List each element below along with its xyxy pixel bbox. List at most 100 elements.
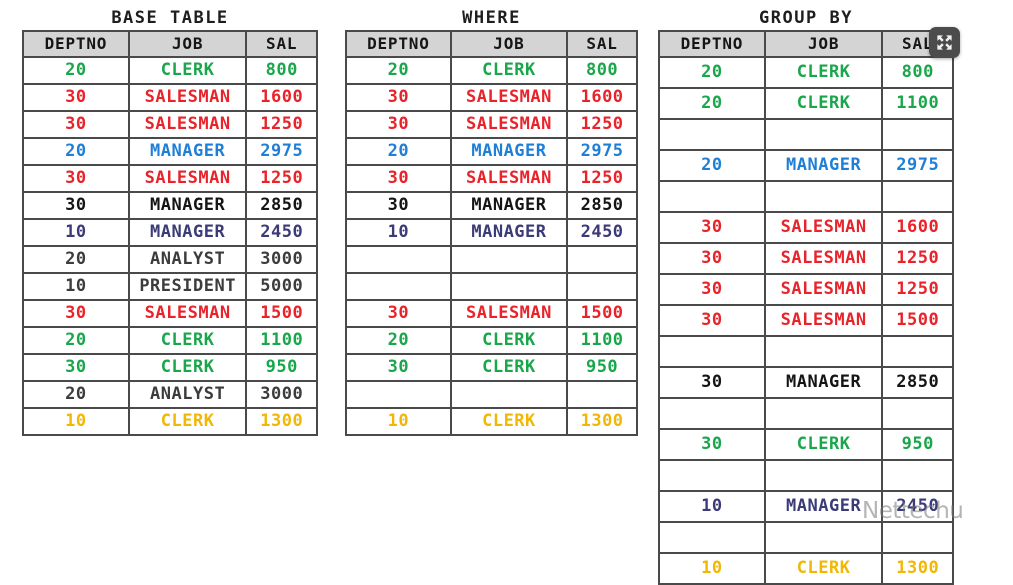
cell-deptno: 20: [345, 326, 452, 355]
cell-job: CLERK: [763, 56, 884, 89]
cell-sal: [881, 118, 954, 151]
table-row: 30 SALESMAN 1250: [345, 164, 638, 193]
cell-sal: 1100: [245, 326, 318, 355]
cell-job: SALESMAN: [127, 299, 248, 328]
table-row: 30 MANAGER 2850: [22, 191, 318, 220]
cell-sal: 2450: [566, 218, 638, 247]
cell-job: [763, 459, 884, 492]
cell-deptno: 30: [345, 191, 452, 220]
table-row: 30 MANAGER 2850: [658, 366, 954, 399]
table-row: [658, 397, 954, 430]
cell-deptno: 30: [658, 211, 766, 244]
column-header-job: JOB: [127, 30, 248, 58]
cell-deptno: 30: [345, 110, 452, 139]
cell-deptno: 20: [345, 137, 452, 166]
cell-job: SALESMAN: [127, 164, 248, 193]
cell-job: SALESMAN: [763, 273, 884, 306]
cell-sal: 1500: [245, 299, 318, 328]
cell-job: [449, 380, 569, 409]
cell-sal: 1100: [881, 87, 954, 120]
table-row: 30 CLERK 950: [345, 353, 638, 382]
cell-job: CLERK: [763, 87, 884, 120]
cell-deptno: 30: [22, 299, 130, 328]
panel-group-by: GROUP BY DEPTNO JOB SAL 20 CLERK 800 20 CLER…: [658, 6, 954, 585]
cell-deptno: 30: [22, 353, 130, 382]
cell-deptno: 10: [658, 490, 766, 523]
table-row: 20 ANALYST 3000: [22, 380, 318, 409]
table-row: 20 CLERK 1100: [345, 326, 638, 355]
table-row: 10 CLERK 1300: [22, 407, 318, 436]
cell-job: SALESMAN: [763, 304, 884, 337]
cell-job: MANAGER: [449, 137, 569, 166]
cell-job: CLERK: [127, 326, 248, 355]
cell-job: [763, 118, 884, 151]
cell-job: ANALYST: [127, 245, 248, 274]
cell-sal: 2450: [245, 218, 318, 247]
cell-job: PRESIDENT: [127, 272, 248, 301]
fullscreen-button[interactable]: [929, 27, 960, 58]
table-row: 30 SALESMAN 1600: [658, 211, 954, 244]
cell-job: SALESMAN: [127, 110, 248, 139]
table-row: 20 CLERK 1100: [658, 87, 954, 120]
panel-title-base-table: BASE TABLE: [111, 8, 229, 28]
table-body: 20 CLERK 800 30 SALESMAN 1600 30 SALESMAN 1250 20…: [22, 56, 318, 436]
column-header-sal: SAL: [566, 30, 638, 58]
column-header-job: JOB: [449, 30, 569, 58]
panel-base-table: BASE TABLE DEPTNO JOB SAL 20 CLERK 800 30 SA…: [22, 6, 318, 436]
table-header-row: DEPTNO JOB SAL: [658, 30, 954, 58]
cell-sal: 1300: [566, 407, 638, 436]
cell-sal: 2975: [566, 137, 638, 166]
cell-deptno: [658, 397, 766, 430]
cell-sal: 1250: [881, 273, 954, 306]
table-row: 30 SALESMAN 1250: [22, 110, 318, 139]
table-row: 20 CLERK 800: [658, 56, 954, 89]
cell-deptno: [345, 272, 452, 301]
cell-job: SALESMAN: [449, 110, 569, 139]
table-row: 30 SALESMAN 1500: [22, 299, 318, 328]
cell-sal: 800: [881, 56, 954, 89]
cell-deptno: 30: [22, 110, 130, 139]
cell-deptno: 20: [22, 245, 130, 274]
table-row: [345, 380, 638, 409]
cell-deptno: [345, 245, 452, 274]
table-row: [658, 335, 954, 368]
cell-sal: 800: [566, 56, 638, 85]
cell-job: SALESMAN: [449, 83, 569, 112]
cell-sal: [881, 180, 954, 213]
cell-deptno: 20: [22, 137, 130, 166]
table-row: [658, 118, 954, 151]
cell-job: SALESMAN: [449, 299, 569, 328]
cell-job: MANAGER: [763, 149, 884, 182]
cell-job: [449, 272, 569, 301]
cell-sal: 1250: [566, 164, 638, 193]
cell-deptno: 10: [22, 218, 130, 247]
cell-sal: 2850: [245, 191, 318, 220]
cell-sal: 1500: [881, 304, 954, 337]
cell-job: SALESMAN: [127, 83, 248, 112]
cell-sal: [881, 397, 954, 430]
cell-deptno: 30: [658, 304, 766, 337]
cell-sal: [566, 272, 638, 301]
panel-title-where: WHERE: [462, 8, 521, 28]
cell-sal: 950: [566, 353, 638, 382]
table-row: 20 MANAGER 2975: [658, 149, 954, 182]
cell-sal: 1300: [881, 552, 954, 585]
table-row: 20 MANAGER 2975: [22, 137, 318, 166]
cell-sal: 800: [245, 56, 318, 85]
column-header-job: JOB: [763, 30, 884, 58]
table-row: 30 SALESMAN 1250: [22, 164, 318, 193]
cell-job: CLERK: [449, 56, 569, 85]
cell-deptno: 30: [658, 366, 766, 399]
cell-deptno: [658, 118, 766, 151]
cell-sal: 2975: [245, 137, 318, 166]
cell-deptno: 20: [22, 56, 130, 85]
cell-sal: 3000: [245, 380, 318, 409]
cell-job: [763, 521, 884, 554]
cell-sal: [881, 459, 954, 492]
cell-job: MANAGER: [127, 218, 248, 247]
cell-job: CLERK: [127, 56, 248, 85]
cell-sal: 1250: [881, 242, 954, 275]
cell-deptno: 30: [22, 191, 130, 220]
table-row: [658, 180, 954, 213]
cell-deptno: 10: [658, 552, 766, 585]
